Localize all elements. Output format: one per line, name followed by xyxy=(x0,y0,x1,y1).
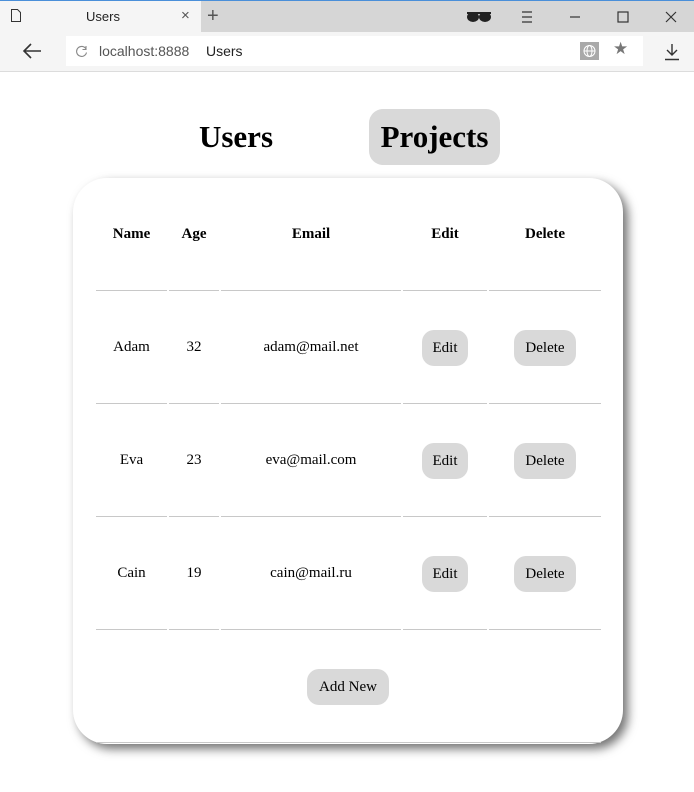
nav-users-button[interactable]: Users xyxy=(190,109,282,165)
url-input[interactable]: localhost:8888 Users ★ xyxy=(66,36,643,66)
menu-icon[interactable] xyxy=(517,7,537,27)
cell-age: 32 xyxy=(186,339,202,355)
maximize-icon[interactable] xyxy=(613,7,633,27)
address-bar: localhost:8888 Users ★ xyxy=(0,32,694,72)
add-new-button[interactable]: Add New xyxy=(307,669,389,705)
header-age: Age xyxy=(181,226,207,242)
tab-title: Users xyxy=(86,9,120,24)
minimize-icon[interactable] xyxy=(565,7,585,27)
download-icon[interactable] xyxy=(664,43,680,61)
bookmark-star-icon[interactable]: ★ xyxy=(613,39,628,59)
nav-projects-button[interactable]: Projects xyxy=(369,109,500,165)
table-divider xyxy=(96,742,601,743)
tab-close-icon[interactable]: × xyxy=(181,8,190,24)
header-name: Name xyxy=(112,226,151,242)
cell-age: 23 xyxy=(186,452,202,468)
cell-name: Eva xyxy=(119,452,144,468)
close-window-icon[interactable] xyxy=(661,7,681,27)
translate-icon[interactable] xyxy=(580,42,599,60)
new-tab-icon[interactable]: + xyxy=(207,6,219,26)
cell-email: eva@mail.com xyxy=(265,452,357,468)
cell-name: Adam xyxy=(113,339,150,355)
edit-button[interactable]: Edit xyxy=(422,330,468,366)
url-page-title: Users xyxy=(206,43,243,59)
delete-button[interactable]: Delete xyxy=(514,330,576,366)
browser-tab-bar: Users × + xyxy=(0,0,694,33)
delete-button[interactable]: Delete xyxy=(514,443,576,479)
reading-glasses-icon[interactable] xyxy=(466,10,492,24)
browser-tab[interactable]: Users × xyxy=(0,1,201,33)
edit-button[interactable]: Edit xyxy=(422,443,468,479)
header-delete: Delete xyxy=(525,226,565,242)
header-email: Email xyxy=(291,226,331,242)
cell-email: cain@mail.ru xyxy=(270,565,352,581)
cell-email: adam@mail.net xyxy=(263,339,359,355)
page-icon xyxy=(11,9,21,22)
edit-button[interactable]: Edit xyxy=(422,556,468,592)
header-edit: Edit xyxy=(431,226,459,242)
back-arrow-icon[interactable] xyxy=(22,42,42,60)
delete-button[interactable]: Delete xyxy=(514,556,576,592)
cell-age: 19 xyxy=(186,565,202,581)
cell-name: Cain xyxy=(117,565,146,581)
url-host: localhost:8888 xyxy=(99,43,190,59)
reload-icon[interactable] xyxy=(76,45,88,57)
